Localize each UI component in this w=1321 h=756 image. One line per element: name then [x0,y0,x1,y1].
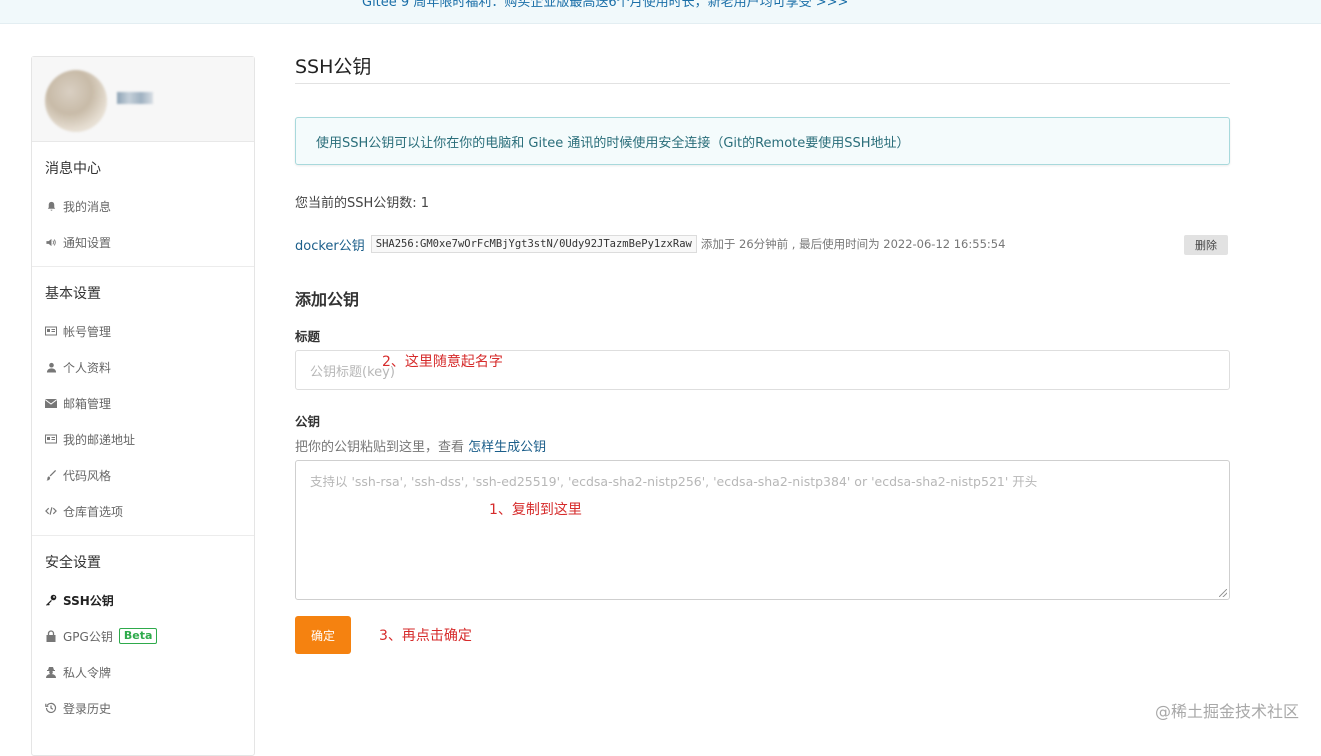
address-card-icon [45,433,57,445]
code-icon [45,505,57,517]
sidebar-item-account[interactable]: 帐号管理 [32,313,254,349]
id-card-icon [45,325,57,337]
annotation-title: 2、这里随意起名字 [382,354,503,370]
sidebar-item-label: 个人资料 [63,360,112,375]
annotation-key: 1、复制到这里 [489,502,582,518]
submit-row: 确定 3、再点击确定 [295,616,1230,654]
banner-text[interactable]: Gitee 9 周年限时福利：购买企业版最高送6个月使用时长，新老用户均可享受 … [362,0,848,10]
add-key-heading: 添加公钥 [295,290,360,309]
info-text: 使用SSH公钥可以让你在你的电脑和 Gitee 通讯的时候使用安全连接（Git的… [316,135,910,151]
settings-sidebar: 消息中心 我的消息 通知设置 基本设置 帐号管理 个人资料 邮箱管理 我的邮递地… [31,56,255,756]
resize-handle-icon[interactable] [1219,589,1227,597]
key-icon [45,594,57,606]
confirm-button[interactable]: 确定 [295,616,351,654]
user-icon [45,361,57,373]
lock-icon [45,630,57,642]
sidebar-item-label: 帐号管理 [63,324,112,339]
sidebar-item-notification-settings[interactable]: 通知设置 [32,224,254,260]
sidebar-item-label: 我的邮递地址 [63,432,136,447]
key-fingerprint: SHA256:GM0xe7wOrFcMBjYgt3stN/0Udy92JTazm… [370,235,697,253]
main-content: SSH公钥 使用SSH公钥可以让你在你的电脑和 Gitee 通讯的时候使用安全连… [295,52,1230,654]
top-banner[interactable]: Gitee 9 周年限时福利：购买企业版最高送6个月使用时长，新老用户均可享受 … [0,0,1321,24]
username-blurred[interactable] [117,92,153,104]
public-key-textarea[interactable]: 支持以 'ssh-rsa', 'ssh-dss', 'ssh-ed25519',… [295,460,1230,600]
group-title: 基本设置 [45,286,101,302]
sidebar-item-ssh-keys[interactable]: SSH公钥 [32,582,254,618]
sidebar-group-security: 安全设置 SSH公钥 GPG公钥 Beta 私人令牌 登录历史 [32,536,254,732]
ssh-key-row: docker公钥 SHA256:GM0xe7wOrFcMBjYgt3stN/0U… [295,233,1230,255]
sidebar-item-personal-tokens[interactable]: 私人令牌 [32,654,254,690]
profile-card [32,57,254,142]
sidebar-item-profile[interactable]: 个人资料 [32,349,254,385]
bell-icon [45,200,57,212]
key-placeholder: 支持以 'ssh-rsa', 'ssh-dss', 'ssh-ed25519',… [310,474,1038,489]
ssh-info-alert: 使用SSH公钥可以让你在你的电脑和 Gitee 通讯的时候使用安全连接（Git的… [295,117,1230,165]
sidebar-item-my-messages[interactable]: 我的消息 [32,188,254,224]
key-name: docker公钥 [295,238,365,254]
watermark: @稀土掘金技术社区 [1154,702,1299,721]
volume-icon [45,236,57,248]
sidebar-item-mailing-address[interactable]: 我的邮递地址 [32,421,254,457]
history-icon [45,702,57,714]
sidebar-item-label: 私人令牌 [63,665,112,680]
user-secret-icon [45,666,57,678]
title-label: 标题 [295,329,321,344]
envelope-icon [45,397,57,409]
group-title: 消息中心 [45,161,101,177]
sidebar-item-login-history[interactable]: 登录历史 [32,690,254,726]
sidebar-item-label: SSH公钥 [63,593,114,608]
delete-key-button[interactable]: 删除 [1184,235,1228,255]
sidebar-item-label: 我的消息 [63,199,112,214]
sidebar-item-label: 仓库首选项 [63,504,124,519]
public-key-hint: 把你的公钥粘贴到这里，查看 怎样生成公钥 [295,436,1230,455]
key-meta: 添加于 26分钟前 , 最后使用时间为 2022-06-12 16:55:54 [700,237,1006,251]
hint-text: 把你的公钥粘贴到这里，查看 [295,440,469,455]
sidebar-item-label: GPG公钥 [63,629,113,644]
key-title-input[interactable]: 公钥标题(key) 2、这里随意起名字 [295,350,1230,390]
group-title: 安全设置 [45,555,101,571]
brush-icon [45,469,57,481]
sidebar-item-label: 通知设置 [63,235,112,250]
sidebar-item-email[interactable]: 邮箱管理 [32,385,254,421]
sidebar-group-messages: 消息中心 我的消息 通知设置 [32,142,254,267]
sidebar-item-label: 代码风格 [63,468,112,483]
annotation-submit: 3、再点击确定 [379,628,472,644]
avatar[interactable] [45,70,107,132]
beta-badge: Beta [118,628,158,644]
page-title: SSH公钥 [295,52,1230,84]
sidebar-item-code-style[interactable]: 代码风格 [32,457,254,493]
sidebar-item-gpg-keys[interactable]: GPG公钥 Beta [32,618,254,654]
how-to-generate-link[interactable]: 怎样生成公钥 [468,440,546,455]
sidebar-item-label: 登录历史 [63,701,112,716]
sidebar-item-label: 邮箱管理 [63,396,112,411]
sidebar-item-repo-preferences[interactable]: 仓库首选项 [32,493,254,529]
ssh-key-count: 您当前的SSH公钥数: 1 [295,196,430,211]
public-key-label: 公钥 [295,414,321,429]
sidebar-group-basic: 基本设置 帐号管理 个人资料 邮箱管理 我的邮递地址 代码风格 仓库首选项 [32,267,254,536]
